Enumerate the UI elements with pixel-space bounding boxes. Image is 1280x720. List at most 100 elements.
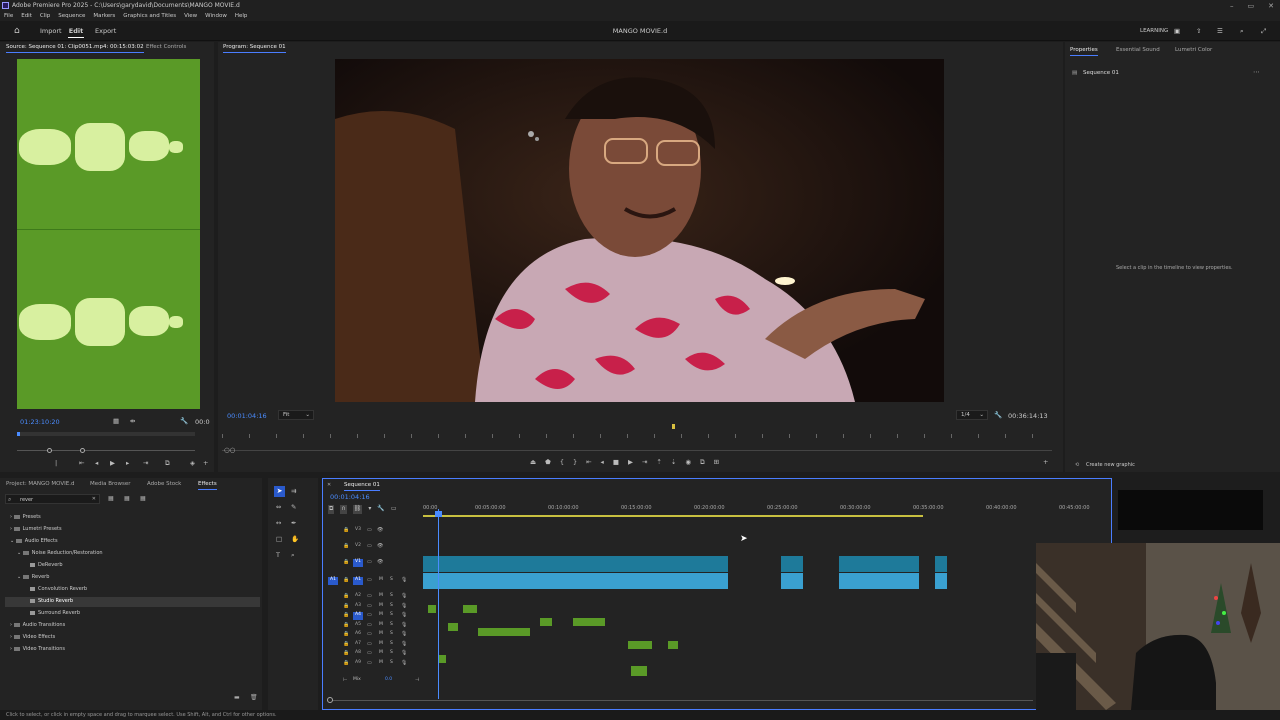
pen-tool-icon[interactable]: ✒ <box>291 520 296 527</box>
track-header-audio[interactable]: 🔒 A3 ▭ M S 🎙 <box>323 603 419 611</box>
add-button-icon[interactable]: + <box>203 460 208 467</box>
timeline-scrollbar[interactable] <box>328 700 1033 701</box>
v1-clips[interactable] <box>423 556 728 572</box>
audio-clip[interactable] <box>628 641 652 649</box>
a1-clip[interactable] <box>839 573 919 589</box>
overwrite-icon[interactable]: ◈ <box>190 460 195 467</box>
tree-video-effects[interactable]: › Video Effects <box>10 634 55 640</box>
track-header-mix[interactable]: ⊢ Mix 0.0 ⊣ <box>323 677 419 685</box>
audio-clip[interactable] <box>631 666 647 676</box>
audio-clip[interactable] <box>573 618 605 626</box>
playhead-line[interactable] <box>438 509 439 699</box>
home-icon[interactable]: ⌂ <box>14 21 20 41</box>
hand-tool-icon[interactable]: ✋ <box>291 536 299 543</box>
tree-convolution-reverb[interactable]: Convolution Reverb <box>30 586 87 592</box>
v1-clip[interactable] <box>839 556 919 572</box>
share-icon[interactable]: ⇧ <box>1196 21 1201 41</box>
track-header-audio[interactable]: 🔒 A9 ▭ M S 🎙 <box>323 660 419 668</box>
slip-tool-icon[interactable]: ↔ <box>276 520 281 527</box>
audio-clip[interactable] <box>438 655 446 663</box>
menu-view[interactable]: View <box>184 11 197 21</box>
track-select-tool-icon[interactable]: ⇉ <box>291 488 296 495</box>
track-header-audio[interactable]: 🔒 A6 ▭ M S 🎙 <box>323 631 419 639</box>
work-area-bar[interactable] <box>423 515 923 517</box>
more-options-icon[interactable]: ⋯ <box>1253 68 1260 76</box>
program-zoom-bar[interactable] <box>222 450 1052 451</box>
tab-essential-sound[interactable]: Essential Sound <box>1116 47 1160 53</box>
tab-program[interactable]: Program: Sequence 01 <box>223 44 286 53</box>
tree-noise-reduction[interactable]: ⌄ Noise Reduction/Restoration <box>17 550 103 556</box>
menu-window[interactable]: Window <box>205 11 227 21</box>
v1-clip[interactable] <box>935 556 947 572</box>
program-video-frame[interactable] <box>335 59 944 402</box>
track-header-audio[interactable]: 🔒 A4 ▭ M S 🎙 <box>323 612 419 620</box>
playhead-handle[interactable] <box>435 511 442 517</box>
tab-adobe-stock[interactable]: Adobe Stock <box>147 481 181 487</box>
new-bin-icon[interactable]: ▬ <box>234 694 240 701</box>
tab-source[interactable]: Source: Sequence 01: Clip0051.mp4: 00:15… <box>6 44 144 53</box>
zoom-tool-icon[interactable]: ⌕ <box>291 552 295 559</box>
track-header-video[interactable]: 🔒 V2 ▭ 👁 <box>323 543 419 551</box>
menu-graphics[interactable]: Graphics and Titles <box>123 11 176 21</box>
go-to-out-icon[interactable]: ⇥ <box>642 458 647 468</box>
settings-icon[interactable]: ▦ <box>113 418 119 425</box>
v1-clip[interactable] <box>781 556 803 572</box>
program-ruler[interactable] <box>222 428 1057 440</box>
effects-search-input[interactable]: ⌕ rever ✕ <box>5 494 100 504</box>
track-header-audio[interactable]: 🔒 A5 ▭ M S 🎙 <box>323 622 419 630</box>
yuv-effects-icon[interactable]: ▦ <box>140 495 146 502</box>
add-button-icon[interactable]: + <box>1043 459 1048 466</box>
frame-back-icon[interactable]: ◂ <box>601 458 604 468</box>
quality-dropdown[interactable]: 1/4 ⌄ <box>956 410 988 420</box>
linked-selection-icon[interactable]: ⛓ <box>352 505 363 514</box>
workspace-icon[interactable]: ▣ <box>1174 21 1180 41</box>
play-icon[interactable]: ▶ <box>110 460 115 467</box>
type-tool-icon[interactable]: T <box>276 552 280 559</box>
comparison-icon[interactable]: ⧉ <box>700 458 705 468</box>
audio-clip[interactable] <box>668 641 678 649</box>
menu-edit[interactable]: Edit <box>21 11 32 21</box>
tree-video-transitions[interactable]: › Video Transitions <box>10 646 65 652</box>
create-graphic-button[interactable]: Create new graphic <box>1086 462 1135 468</box>
tab-effects[interactable]: Effects <box>198 481 217 490</box>
workspace-label[interactable]: LEARNING <box>1140 21 1168 41</box>
tree-presets[interactable]: › Presets <box>10 514 41 520</box>
zoom-handle-left[interactable] <box>47 448 52 453</box>
export-frame-icon[interactable]: ⧉ <box>165 460 170 467</box>
snap-icon[interactable]: ∩ <box>340 505 347 514</box>
search-icon[interactable]: ⌕ <box>1240 21 1244 41</box>
step-back-icon[interactable]: ⇤ <box>79 460 84 467</box>
multicam-icon[interactable]: ⊞ <box>714 458 719 468</box>
tab-media-browser[interactable]: Media Browser <box>90 481 131 487</box>
tree-surround-reverb[interactable]: Surround Reverb <box>30 610 80 616</box>
tab-lumetri-color[interactable]: Lumetri Color <box>1175 47 1212 53</box>
frame-back-icon[interactable]: ◂ <box>95 460 98 467</box>
tab-effect-controls[interactable]: Effect Controls <box>146 44 186 50</box>
play-icon[interactable]: ▶ <box>628 458 633 468</box>
mark-in-icon[interactable]: { <box>560 458 564 468</box>
clear-search-icon[interactable]: ✕ <box>92 496 96 502</box>
accelerated-effects-icon[interactable]: ▦ <box>108 495 114 502</box>
track-header-audio[interactable]: 🔒 A2 ▭ M S 🎙 <box>323 593 419 601</box>
zoom-handle-right[interactable] <box>80 448 85 453</box>
audio-clip[interactable] <box>540 618 552 626</box>
marker-icon[interactable]: ⬟ <box>545 458 551 468</box>
lift-clip-icon[interactable]: ⇡ <box>656 458 661 468</box>
menu-clip[interactable]: Clip <box>40 11 50 21</box>
playhead-marker[interactable] <box>672 424 675 429</box>
a1-clips[interactable] <box>423 573 728 589</box>
audio-clip[interactable] <box>463 605 477 613</box>
selection-tool-icon[interactable]: ➤ <box>274 486 285 497</box>
source-zoom-bar[interactable] <box>17 450 195 451</box>
tree-reverb[interactable]: ⌄ Reverb <box>17 574 49 580</box>
source-patch-a1[interactable]: A1 <box>328 577 338 585</box>
zoom-handle-icon[interactable]: ○○ <box>224 447 235 454</box>
program-timecode[interactable]: 00:01:04:16 <box>227 412 267 420</box>
rectangle-tool-icon[interactable]: □ <box>276 536 282 543</box>
scroll-handle[interactable] <box>327 697 333 703</box>
tab-sequence[interactable]: Sequence 01 <box>344 482 380 491</box>
track-header-audio[interactable]: A1 🔒 A1 ▭ M S 🎙 <box>323 577 419 585</box>
timeline-settings-icon[interactable]: 🔧 <box>377 505 384 514</box>
razor-tool-icon[interactable]: ✎ <box>291 504 296 511</box>
restore-button[interactable]: ▭ <box>1248 2 1255 10</box>
